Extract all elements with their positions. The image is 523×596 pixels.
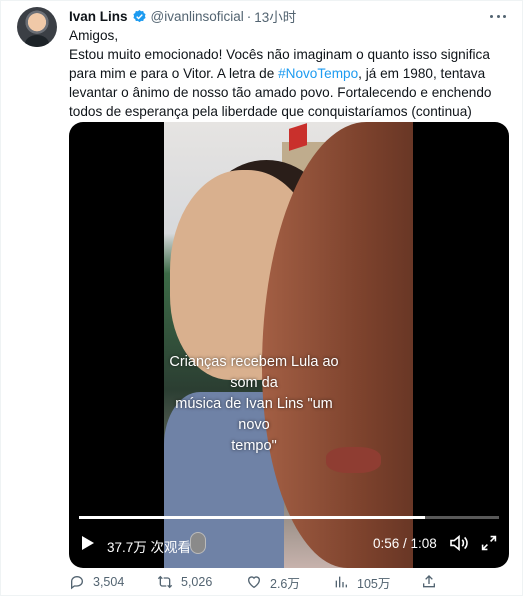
reply-button[interactable]: 3,504 [69,572,124,592]
timestamp[interactable]: 13小时 [254,6,296,26]
like-count: 2.6万 [270,576,300,591]
time-display: 0:56 / 1:08 [373,536,437,551]
tweet-text-line: todos de esperança pela liberdade que co… [69,104,472,119]
view-count: 37.7万 次观看 [107,540,192,555]
fullscreen-icon[interactable] [481,535,497,551]
cursor-thumb [190,532,206,554]
video-controls: 37.7万 次观看 0:56 / 1:08 [69,527,509,559]
like-icon [247,576,261,589]
progress-bar[interactable] [79,516,499,519]
tweet-header: Ivan Lins @ivanlinsoficial · 13小时 [69,6,296,26]
hashtag-link[interactable]: #NovoTempo [278,66,358,81]
tweet-text-line: Estou muito emocionado! Vocês não imagin… [69,47,490,62]
tweet-text: Amigos, Estou muito emocionado! Vocês nã… [69,26,509,121]
video-caption: Crianças recebem Lula ao som da música d… [169,352,339,457]
volume-icon[interactable] [449,535,469,551]
tweet-text-segment: para mim e para o Vitor. A letra de [69,66,275,81]
retweet-icon [157,575,173,589]
caption-line: tempo" [231,438,277,454]
play-icon[interactable] [82,536,94,550]
separator-dot: · [246,8,252,24]
tweet-text-segment: , já em 1980, tentava [358,66,486,81]
reply-count: 3,504 [93,575,125,589]
caption-line: música de Ivan Lins "um novo [175,396,333,433]
reply-icon [71,575,84,590]
retweet-button[interactable]: 5,026 [157,572,212,592]
view-count-label: 105万 [357,576,391,591]
video-player[interactable]: Crianças recebem Lula ao som da música d… [69,122,509,568]
more-icon[interactable] [488,7,508,25]
share-button[interactable] [421,572,445,592]
tweet-text-line: levantar o ânimo de nosso tão amado povo… [69,85,492,100]
progress-fill [79,516,426,519]
analytics-icon [335,576,347,588]
video-frame[interactable] [164,122,413,568]
analytics-button[interactable]: 105万 [333,572,390,592]
like-button[interactable]: 2.6万 [246,572,300,592]
tweet-text-line: Amigos, [69,28,119,43]
display-name[interactable]: Ivan Lins [69,9,128,24]
verified-badge-icon [132,9,146,22]
avatar[interactable] [17,7,57,47]
action-bar: 3,504 5,026 2.6万 105万 [69,572,439,592]
user-handle[interactable]: @ivanlinsoficial [151,9,244,24]
caption-line: Crianças recebem Lula ao som da [169,354,339,391]
share-icon [423,575,435,588]
retweet-count: 5,026 [181,575,213,589]
tweet-text-line: para mim e para o Vitor. A letra de #Nov… [69,64,509,83]
tweet-card[interactable]: Ivan Lins @ivanlinsoficial · 13小时 Amigos… [0,0,523,596]
